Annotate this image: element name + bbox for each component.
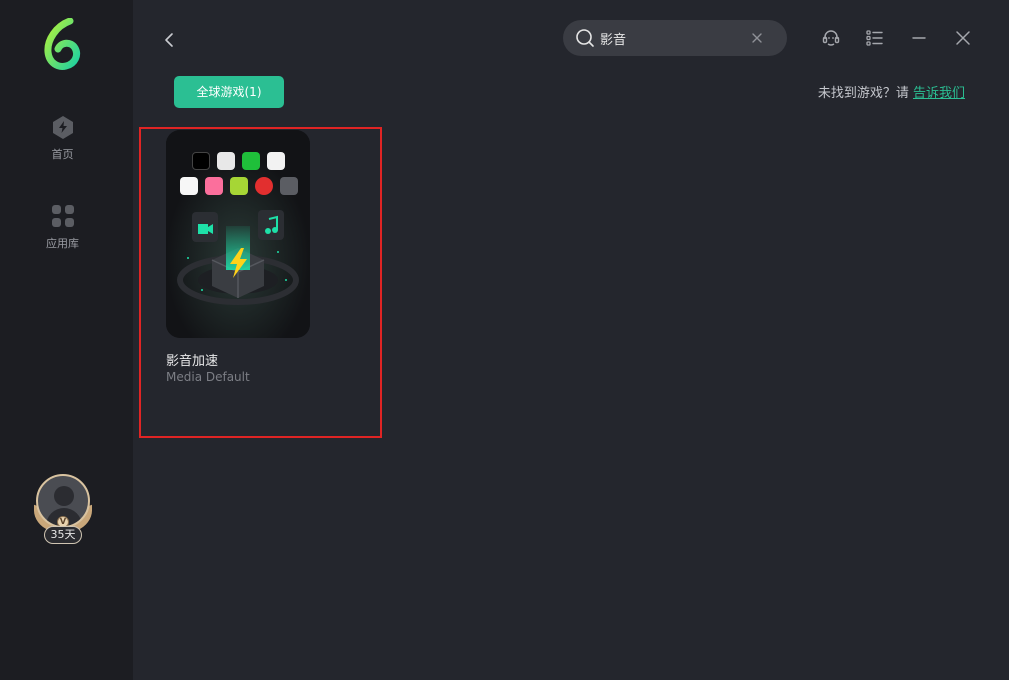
tencent-video-icon [267,152,285,170]
game-card[interactable] [166,130,310,338]
feedback-text: 未找到游戏？请 [817,86,913,101]
membership-days: 35天 [44,526,82,544]
game-title: 影音加速 [166,354,219,369]
sidebar-item-home[interactable]: 首页 [0,114,125,174]
search-icon [576,29,594,47]
bilibili-icon [205,177,223,195]
app-library-icon [52,205,74,227]
clear-icon[interactable] [749,30,765,46]
qq-music-icon [230,177,248,195]
youku-icon [180,177,198,195]
support-icon[interactable] [821,28,841,48]
app-window: 首页 应用库 V 35天 影音 全球游戏(1) 未找到游戏？请 告诉我们 影音加… [0,0,1009,680]
logo-icon[interactable] [42,18,84,70]
feedback-link[interactable]: 告诉我们 [913,86,965,101]
back-icon[interactable] [160,30,180,50]
close-icon[interactable] [953,28,973,48]
mango-tv-icon [217,152,235,170]
search-bar [563,20,787,56]
feedback-prompt: 未找到游戏？请 告诉我们 [818,82,965,101]
sidebar: 首页 应用库 V 35天 [0,0,133,680]
search-input[interactable] [600,26,740,50]
sidebar-item-label: 首页 [51,148,74,161]
iqiyi-icon [242,152,260,170]
game-subtitle: Media Default [166,370,250,384]
tiktok-icon [192,152,210,170]
tab-global-games[interactable]: 全球游戏(1) [174,76,284,108]
sidebar-item-label: 应用库 [46,237,79,250]
avatar-head-icon [54,486,74,506]
sidebar-item-app-library[interactable]: 应用库 [0,203,125,263]
media-boost-artwork-icon [166,130,310,338]
more-apps-icon [280,177,298,195]
user-avatar[interactable]: V 35天 [32,470,94,550]
menu-icon[interactable] [865,28,885,48]
netease-music-icon [255,177,273,195]
minimize-icon[interactable] [909,28,929,48]
home-icon [53,116,73,139]
